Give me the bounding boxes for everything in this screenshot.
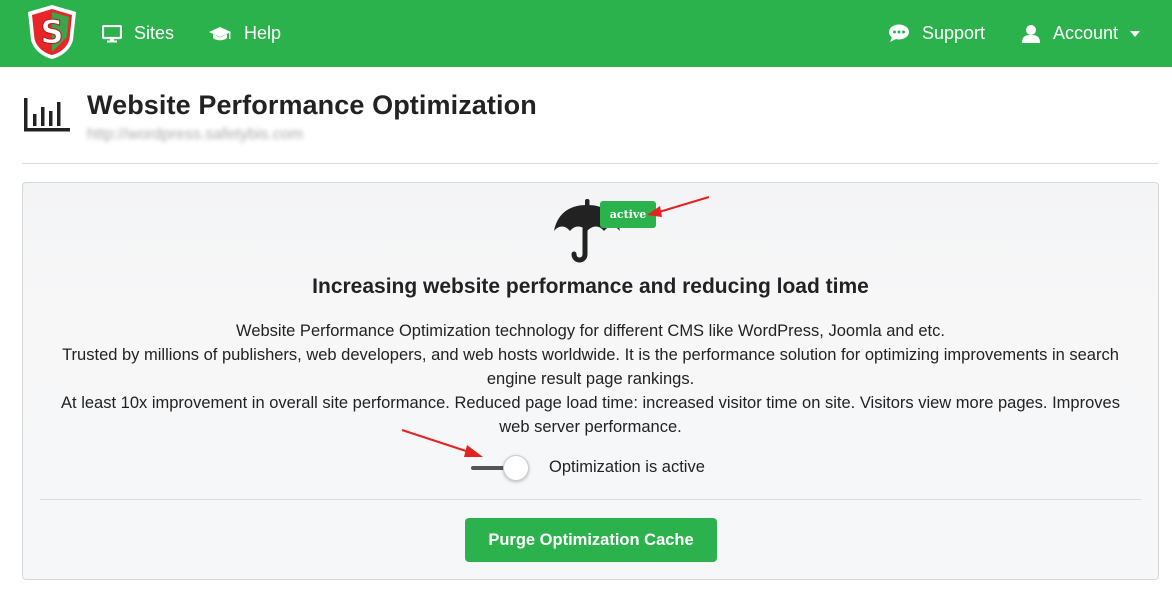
top-navbar: S Sites Help Support Account	[0, 0, 1172, 67]
nav-help-label: Help	[244, 23, 282, 43]
monitor-icon	[102, 24, 122, 42]
page-title: Website Performance Optimization	[87, 90, 537, 120]
nav-help[interactable]: Help	[208, 0, 281, 67]
panel-description: Website Performance Optimization technol…	[51, 319, 1130, 439]
divider	[40, 499, 1141, 500]
toggle-label: Optimization is active	[549, 458, 705, 476]
optimization-toggle[interactable]	[471, 453, 533, 483]
nav-sites-label: Sites	[134, 23, 175, 43]
nav-support-label: Support	[922, 23, 986, 43]
toggle-knob	[503, 455, 529, 481]
annotation-arrow-icon	[647, 196, 710, 217]
description-line: Trusted by millions of publishers, web d…	[62, 346, 1119, 388]
purge-cache-button[interactable]: Purge Optimization Cache	[465, 518, 717, 562]
description-line: Website Performance Optimization technol…	[236, 322, 945, 340]
bar-chart-icon	[24, 98, 70, 132]
site-url: http://wordpress.safetybis.com	[87, 126, 304, 143]
panel-title: Increasing website performance and reduc…	[312, 275, 869, 298]
nav-sites[interactable]: Sites	[102, 0, 174, 67]
description-line: At least 10x improvement in overall site…	[61, 394, 1120, 436]
chat-bubble-icon	[889, 24, 909, 42]
nav-account-dropdown[interactable]: Account	[1021, 0, 1141, 67]
chevron-down-icon	[1130, 30, 1141, 37]
graduation-cap-icon	[209, 26, 231, 40]
nav-account-label: Account	[1053, 23, 1119, 43]
nav-support[interactable]: Support	[888, 0, 985, 67]
page-header: Website Performance Optimization http://…	[22, 84, 1158, 164]
user-icon	[1022, 24, 1040, 43]
shield-logo-icon[interactable]: S	[26, 4, 78, 60]
optimization-panel: active Increasing website performance an…	[22, 182, 1159, 580]
svg-text:S: S	[40, 13, 63, 51]
